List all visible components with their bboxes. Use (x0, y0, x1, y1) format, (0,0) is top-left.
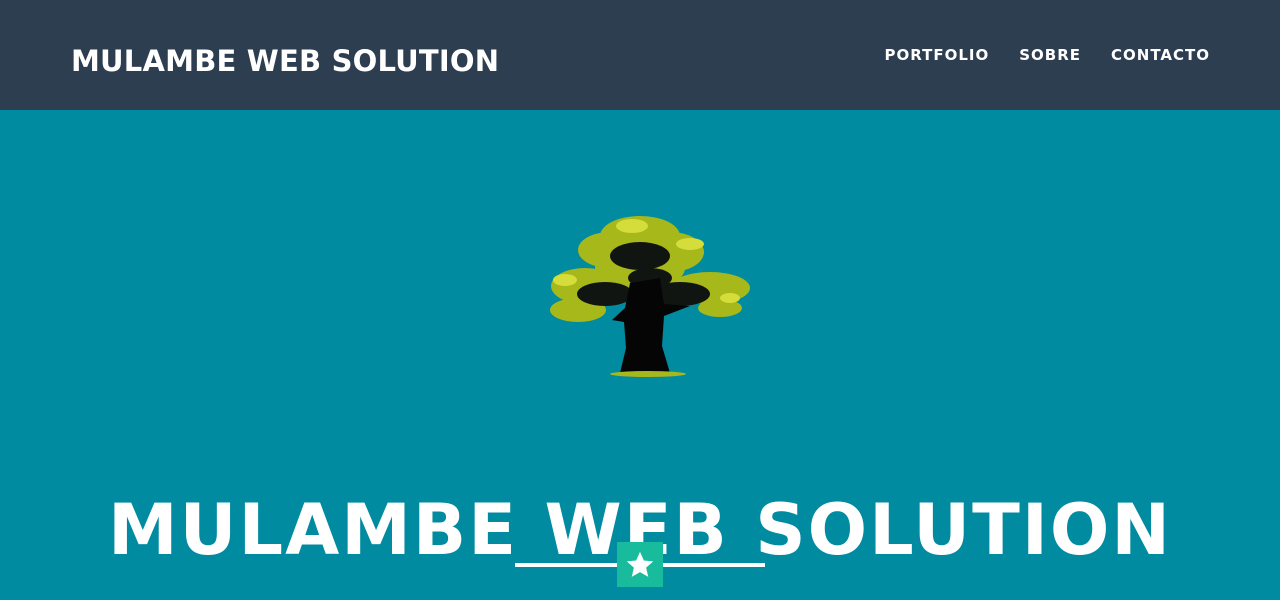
baobab-tree-icon (550, 216, 750, 377)
nav-link-sobre[interactable]: SOBRE (1019, 44, 1081, 66)
brand-link[interactable]: MULAMBE WEB SOLUTION (71, 40, 499, 82)
nav-menu: PORTFOLIO SOBRE CONTACTO (884, 44, 1210, 66)
nav-link-portfolio[interactable]: PORTFOLIO (884, 44, 989, 66)
nav-link-contacto[interactable]: CONTACTO (1111, 44, 1210, 66)
divider-line-right (663, 563, 765, 567)
navbar: MULAMBE WEB SOLUTION PORTFOLIO SOBRE CON… (0, 0, 1280, 110)
star-divider (617, 542, 663, 587)
star-icon (626, 551, 654, 577)
divider-line-left (515, 563, 617, 567)
hero-section: MULAMBE WEB SOLUTION (0, 110, 1280, 600)
